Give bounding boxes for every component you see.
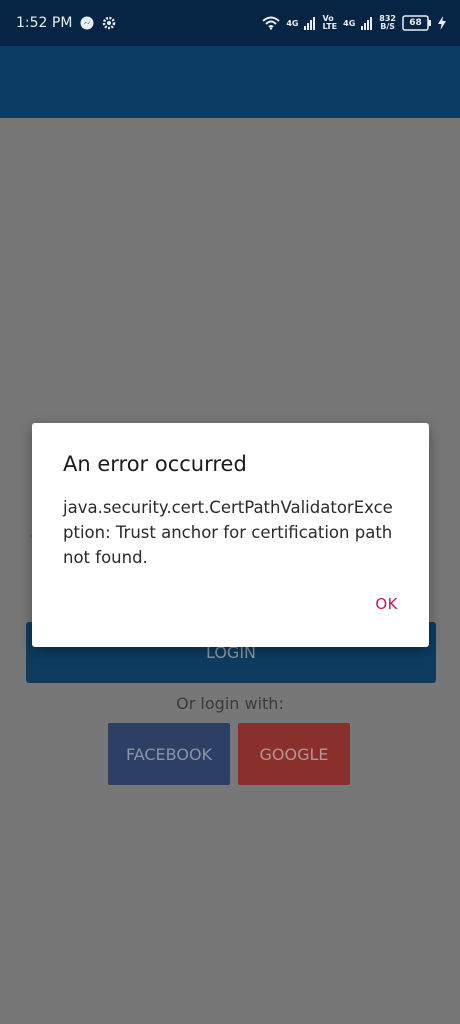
sim2-type-label: 4G	[343, 18, 356, 28]
network-speed: 832 B/S	[379, 15, 396, 31]
error-dialog: An error occurred java.security.cert.Cer…	[32, 423, 429, 647]
status-left: 1:52 PM	[16, 15, 116, 31]
app-bar	[0, 46, 460, 118]
network-speed-unit: B/S	[380, 22, 396, 31]
google-login-button[interactable]: GOOGLE	[238, 723, 350, 785]
battery-icon: 68	[402, 15, 432, 31]
or-login-with-label: Or login with:	[176, 694, 284, 713]
facebook-login-button[interactable]: FACEBOOK	[108, 723, 230, 785]
status-right: 4G Vo LTE 4G 832 B/S 68	[262, 15, 446, 31]
volte-bottom: LTE	[322, 22, 338, 31]
status-bar: 1:52 PM 4G Vo LTE 4G 832 B/S 68	[0, 0, 460, 46]
volte-indicator: Vo LTE	[322, 15, 337, 31]
charging-icon	[438, 16, 446, 30]
sim1-type-label: 4G	[286, 18, 299, 28]
settings-icon	[102, 16, 116, 30]
dialog-title: An error occurred	[63, 452, 247, 476]
wifi-icon	[262, 16, 280, 30]
ok-button[interactable]: OK	[375, 595, 398, 613]
status-time: 1:52 PM	[16, 15, 73, 31]
dialog-message: java.security.cert.CertPathValidatorExce…	[63, 498, 393, 567]
signal-icon	[304, 16, 316, 30]
battery-level: 68	[409, 18, 422, 28]
signal-icon	[361, 16, 373, 30]
messenger-icon	[80, 16, 94, 30]
